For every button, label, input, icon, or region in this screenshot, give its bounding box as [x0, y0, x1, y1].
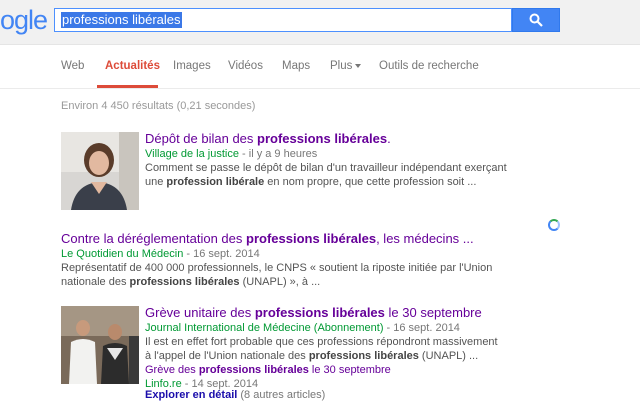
related-highlight: professions libérales [198, 364, 309, 376]
woman-portrait-image [61, 132, 139, 210]
snippet-text: en nom propre, que cette profession soit… [264, 176, 477, 188]
result-source: Journal International de Médecine (Abonn… [145, 321, 498, 335]
news-result: Contre la déréglementation des professio… [61, 231, 492, 289]
result-snippet-line: Représentatif de 400 000 professionnels,… [61, 262, 493, 274]
search-icon [529, 13, 543, 27]
source-name: Le Quotidien du Médecin [61, 248, 184, 260]
title-highlight: professions libérales [254, 305, 385, 320]
news-result: Dépôt de bilan des professions libérales… [145, 131, 507, 189]
result-title-link[interactable]: Contre la déréglementation des professio… [61, 231, 492, 247]
title-text: Grève unitaire des [145, 305, 255, 320]
snippet-text: nationale des [61, 276, 130, 288]
result-source: Le Quotidien du Médecin - 16 sept. 2014 [61, 247, 492, 261]
result-thumbnail[interactable] [61, 306, 139, 384]
tab-plus-label: Plus [330, 60, 353, 72]
logo-text: ogle [0, 5, 48, 35]
title-highlight: professions libérales [257, 131, 388, 146]
result-snippet-line: Comment se passe le dépôt de bilan d'un … [145, 162, 507, 174]
result-date: - 16 sept. 2014 [183, 248, 260, 260]
related-article-link[interactable]: Grève des professions libérales le 30 se… [145, 363, 498, 377]
related-text: le 30 septembre [308, 364, 391, 376]
title-text: le 30 septembre [384, 305, 482, 320]
title-text: . [387, 131, 391, 146]
tab-videos[interactable]: Vidéos [228, 60, 263, 72]
search-input[interactable]: professions libérales [61, 12, 182, 28]
snippet-highlight: professions libérales [308, 350, 419, 362]
title-text: Dépôt de bilan des [145, 131, 258, 146]
title-highlight: professions libérales [246, 231, 377, 246]
search-box[interactable]: professions libérales [54, 8, 512, 32]
search-button[interactable] [512, 8, 560, 32]
result-date: - il y a 9 heures [238, 148, 318, 160]
explore-more-link[interactable]: Explorer en détail [145, 389, 237, 401]
tab-actualites[interactable]: Actualités [105, 60, 160, 72]
doctors-group-image [61, 306, 139, 384]
tab-web[interactable]: Web [61, 60, 84, 72]
tab-plus[interactable]: Plus [330, 60, 362, 72]
snippet-text: (UNAPL) », à ... [239, 276, 321, 288]
tab-images[interactable]: Images [173, 60, 211, 72]
loading-spinner-icon [548, 219, 560, 231]
more-articles-count: (8 autres articles) [237, 389, 326, 401]
source-name: Journal International de Médecine (Abonn… [145, 322, 384, 334]
title-text: Contre la déréglementation des [61, 231, 247, 246]
title-text: , les médecins ... [376, 231, 474, 246]
result-snippet-line: nationale des professions libérales (UNA… [61, 275, 492, 289]
snippet-highlight: professions libérales [129, 276, 240, 288]
snippet-text: une [145, 176, 167, 188]
tab-maps[interactable]: Maps [282, 60, 310, 72]
tab-outils-de-recherche[interactable]: Outils de recherche [379, 60, 479, 72]
snippet-highlight: profession libérale [166, 176, 265, 188]
chevron-down-icon [355, 63, 362, 68]
snippet-text: (UNAPL) ... [418, 350, 479, 362]
snippet-text: à l'appel de l'Union nationale des [145, 350, 309, 362]
search-tabs: Web Actualités Images Vidéos Maps Plus O… [0, 44, 640, 89]
result-title-link[interactable]: Grève unitaire des professions libérales… [145, 305, 498, 321]
active-tab-indicator [97, 85, 158, 88]
result-date: - 16 sept. 2014 [383, 322, 460, 334]
result-title-link[interactable]: Dépôt de bilan des professions libérales… [145, 131, 507, 147]
top-bar: ogle professions libérales [0, 0, 640, 45]
result-snippet-line: une profession libérale en nom propre, q… [145, 175, 507, 189]
news-result: Grève unitaire des professions libérales… [145, 305, 498, 391]
source-name: Village de la justice [145, 148, 239, 160]
result-stats: Environ 4 450 résultats (0,21 secondes) [61, 100, 256, 112]
result-snippet-line: à l'appel de l'Union nationale des profe… [145, 349, 498, 363]
result-thumbnail[interactable] [61, 132, 139, 210]
result-snippet-line: Il est en effet fort probable que ces pr… [145, 336, 498, 348]
google-logo[interactable]: ogle [0, 4, 48, 36]
explore-more: Explorer en détail (8 autres articles) [145, 389, 325, 401]
result-source: Village de la justice - il y a 9 heures [145, 147, 507, 161]
related-text: Grève des [145, 364, 199, 376]
